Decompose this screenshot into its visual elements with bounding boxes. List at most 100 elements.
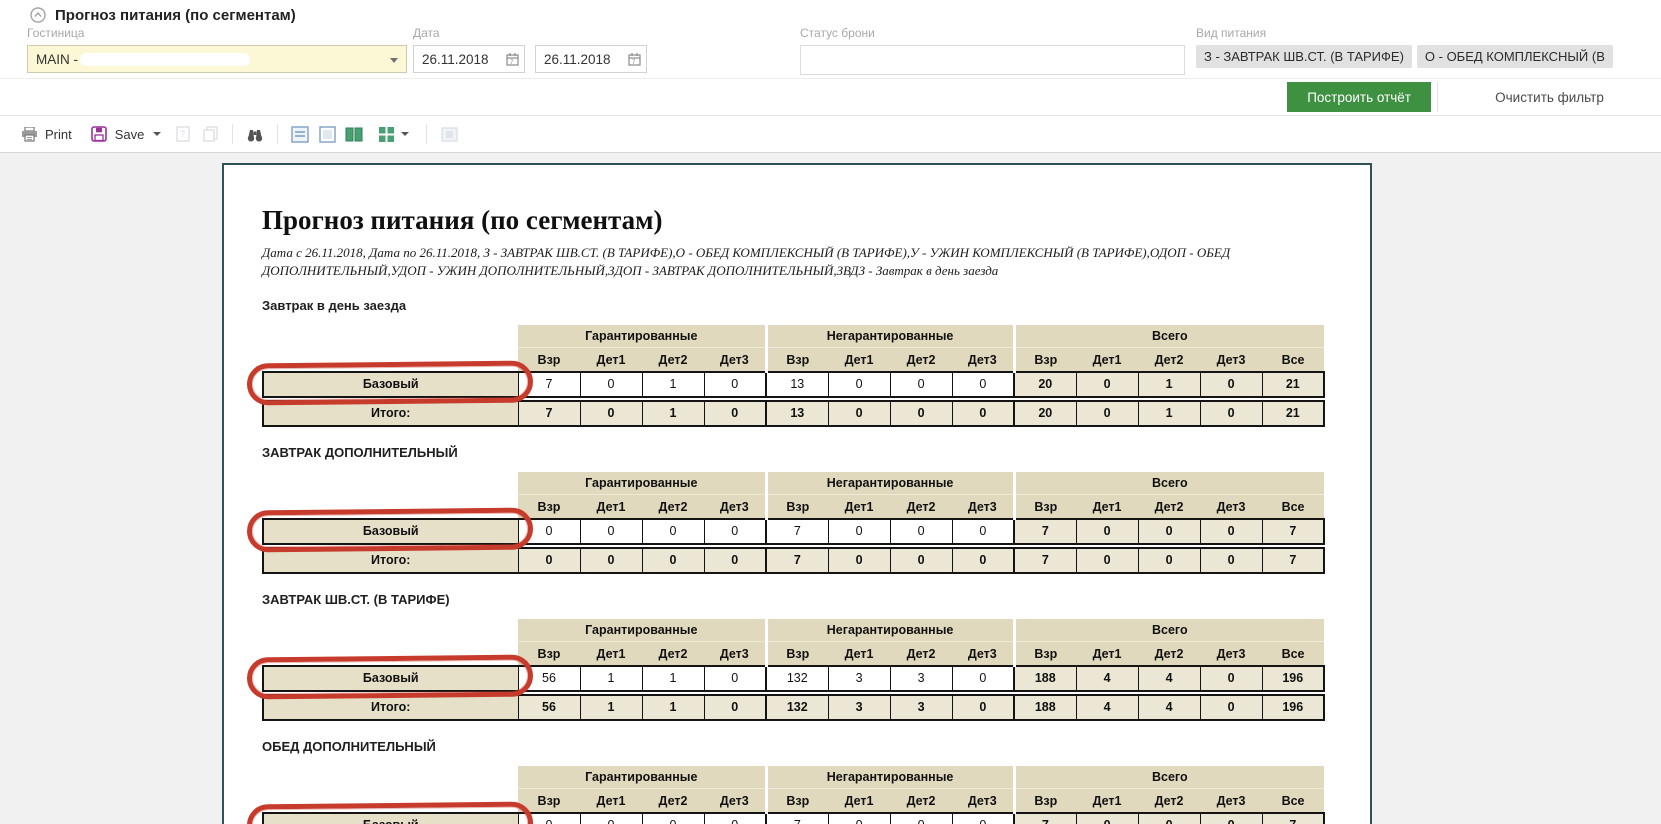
meal-type-chip[interactable]: О - ОБЕД КОМПЛЕКСНЫЙ (В bbox=[1417, 45, 1613, 68]
report-cell: 7 bbox=[518, 401, 580, 426]
single-page-view-icon[interactable] bbox=[317, 124, 337, 144]
report-cell: Гарантированные bbox=[518, 766, 766, 789]
report-cell: 1 bbox=[642, 695, 704, 720]
report-cell: Взр bbox=[766, 348, 828, 372]
section-title: ЗАВТРАК ДОПОЛНИТЕЛЬНЫЙ bbox=[262, 445, 1326, 460]
report-page: Прогноз питания (по сегментам) Дата с 26… bbox=[222, 163, 1372, 824]
report-cell: 0 bbox=[1076, 813, 1138, 824]
report-cell: Итого: bbox=[263, 401, 518, 426]
search-binoculars-icon[interactable] bbox=[245, 124, 265, 144]
report-cell: 0 bbox=[890, 401, 952, 426]
report-cell: Взр bbox=[766, 495, 828, 519]
actions-row: Построить отчёт Очистить фильтр bbox=[0, 78, 1661, 116]
page-header: Прогноз питания (по сегментам) bbox=[0, 0, 1661, 26]
report-cell: 0 bbox=[1200, 548, 1262, 573]
build-report-button[interactable]: Построить отчёт bbox=[1287, 82, 1431, 112]
report-cell: 56 bbox=[518, 666, 580, 691]
hotel-value-redaction bbox=[80, 53, 250, 66]
facing-pages-view-icon[interactable] bbox=[344, 124, 364, 144]
report-cell: Дет3 bbox=[1200, 642, 1262, 666]
report-cell: 0 bbox=[828, 519, 890, 544]
grid-view-caret-icon bbox=[401, 132, 409, 136]
report-cell: 56 bbox=[518, 695, 580, 720]
clear-filter-button[interactable]: Очистить фильтр bbox=[1437, 82, 1661, 112]
report-section: ЗАВТРАК ШВ.СТ. (В ТАРИФЕ) Гарантированны… bbox=[262, 592, 1326, 721]
report-cell: Дет3 bbox=[704, 495, 766, 519]
report-cell: 0 bbox=[704, 519, 766, 544]
report-cell: Дет3 bbox=[952, 789, 1014, 813]
toolbar-separator bbox=[277, 124, 278, 144]
booking-status-input[interactable] bbox=[800, 45, 1185, 75]
report-cell: Дет2 bbox=[890, 642, 952, 666]
report-cell: Базовый bbox=[263, 519, 518, 544]
calendar-icon[interactable]: 7 bbox=[628, 52, 641, 69]
report-cell: Негарантированные bbox=[766, 472, 1014, 495]
report-cell: 0 bbox=[1076, 548, 1138, 573]
hotel-select[interactable]: MAIN - bbox=[27, 45, 407, 73]
report-cell: 7 bbox=[1014, 548, 1076, 573]
report-cell: Базовый bbox=[263, 372, 518, 397]
report-cell: Всего bbox=[1014, 472, 1324, 495]
report-cell: 0 bbox=[1200, 401, 1262, 426]
date-to-input[interactable]: 26.11.2018 7 bbox=[535, 45, 647, 73]
report-cell: Дет3 bbox=[952, 348, 1014, 372]
report-cell: Дет1 bbox=[1076, 789, 1138, 813]
report-cell: Дет1 bbox=[1076, 642, 1138, 666]
report-cell: Взр bbox=[518, 642, 580, 666]
report-cell: Взр bbox=[518, 495, 580, 519]
report-cell: 20 bbox=[1014, 401, 1076, 426]
section-table: ГарантированныеНегарантированныеВсегоВзр… bbox=[262, 325, 1325, 427]
report-cell: 0 bbox=[1076, 519, 1138, 544]
report-cell: 1 bbox=[580, 695, 642, 720]
report-cell: Дет2 bbox=[1138, 789, 1200, 813]
section-title: ОБЕД ДОПОЛНИТЕЛЬНЫЙ bbox=[262, 739, 1326, 754]
booking-status-filter: Статус брони bbox=[800, 26, 1185, 75]
report-cell: Дет1 bbox=[828, 348, 890, 372]
report-cell: 7 bbox=[518, 372, 580, 397]
report-cell: Гарантированные bbox=[518, 325, 766, 348]
report-cell: Дет1 bbox=[828, 495, 890, 519]
report-cell bbox=[263, 495, 518, 519]
report-section: ЗАВТРАК ДОПОЛНИТЕЛЬНЫЙ ГарантированныеНе… bbox=[262, 445, 1326, 574]
collapse-panel-icon[interactable] bbox=[30, 7, 46, 23]
meal-type-chips: З - ЗАВТРАК ШВ.СТ. (В ТАРИФЕ)О - ОБЕД КО… bbox=[1196, 45, 1661, 68]
report-cell: 0 bbox=[580, 548, 642, 573]
section-table: ГарантированныеНегарантированныеВсегоВзр… bbox=[262, 472, 1325, 574]
meal-type-chip[interactable]: З - ЗАВТРАК ШВ.СТ. (В ТАРИФЕ) bbox=[1196, 45, 1412, 68]
report-cell: 0 bbox=[1200, 813, 1262, 824]
date-from-input[interactable]: 26.11.2018 7 bbox=[413, 45, 525, 73]
printer-icon bbox=[19, 124, 39, 144]
calendar-icon[interactable]: 7 bbox=[506, 52, 519, 69]
report-cell: 0 bbox=[1138, 813, 1200, 824]
report-cell: 7 bbox=[1014, 519, 1076, 544]
section-table: ГарантированныеНегарантированныеВсегоВзр… bbox=[262, 619, 1325, 721]
date-label: Дата bbox=[413, 26, 647, 40]
report-cell: Гарантированные bbox=[518, 619, 766, 642]
section-table: ГарантированныеНегарантированныеВсегоВзр… bbox=[262, 766, 1325, 824]
report-cell: Все bbox=[1262, 789, 1324, 813]
report-cell: Дет1 bbox=[580, 789, 642, 813]
report-cell: Всего bbox=[1014, 619, 1324, 642]
report-cell: 1 bbox=[1138, 401, 1200, 426]
report-cell: 0 bbox=[642, 548, 704, 573]
hotel-filter: Гостиница MAIN - bbox=[27, 26, 407, 73]
web-view-icon[interactable] bbox=[290, 124, 310, 144]
report-cell: Дет2 bbox=[642, 495, 704, 519]
hotel-value: MAIN - bbox=[36, 52, 78, 67]
print-label: Print bbox=[45, 127, 72, 142]
multipage-grid-view-button[interactable] bbox=[371, 121, 414, 147]
report-cell: 1 bbox=[642, 666, 704, 691]
report-cell: 1 bbox=[1138, 372, 1200, 397]
report-cell: 7 bbox=[1262, 519, 1324, 544]
save-button[interactable]: Save bbox=[84, 121, 167, 147]
report-cell: Дет2 bbox=[642, 348, 704, 372]
report-cell bbox=[263, 789, 518, 813]
report-cell bbox=[263, 348, 518, 372]
report-cell: 0 bbox=[952, 813, 1014, 824]
multipage-grid-icon bbox=[376, 124, 396, 144]
report-cell: 7 bbox=[766, 548, 828, 573]
report-cell: 0 bbox=[704, 548, 766, 573]
report-cell: Взр bbox=[1014, 789, 1076, 813]
print-button[interactable]: Print bbox=[14, 121, 77, 147]
report-cell: 7 bbox=[766, 519, 828, 544]
